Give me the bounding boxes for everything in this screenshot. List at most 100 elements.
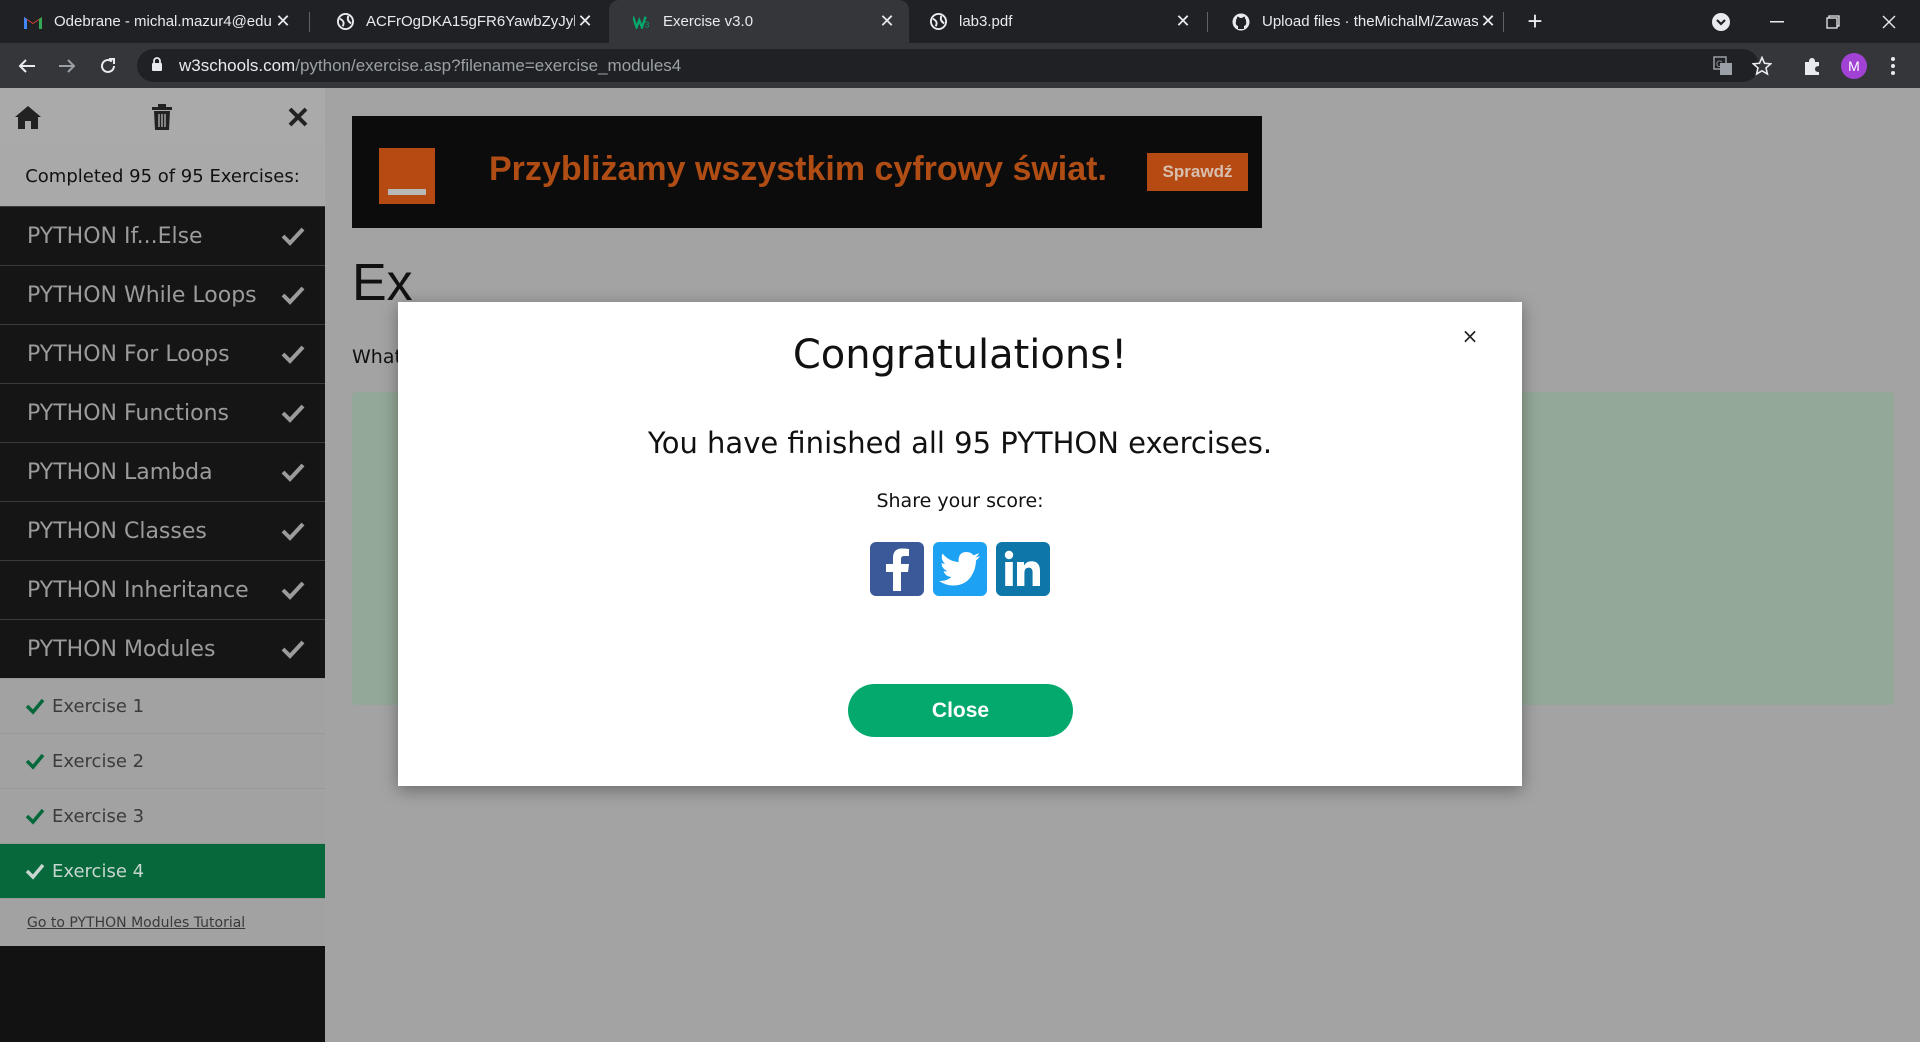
tab-github[interactable]: Upload files · theMichalM/Zawas ✕ — [1208, 0, 1510, 43]
checkmark-icon — [25, 808, 45, 825]
window-close-icon[interactable] — [1862, 0, 1916, 43]
category-label: PYTHON If...Else — [27, 223, 203, 249]
new-tab-button[interactable]: + — [1520, 6, 1550, 36]
exercise-label: Exercise 3 — [52, 805, 145, 827]
brand-logo — [379, 148, 435, 204]
category-python-if-else[interactable]: PYTHON If...Else — [0, 206, 325, 265]
category-label: PYTHON Classes — [27, 518, 207, 544]
browser-tabstrip: Odebrane - michal.mazur4@edu. ✕ ACFrOgDK… — [0, 0, 1920, 43]
globe-icon — [929, 13, 947, 31]
social-share-buttons — [870, 542, 1050, 596]
checkmark-icon — [281, 463, 305, 482]
category-python-for-loops[interactable]: PYTHON For Loops — [0, 324, 325, 383]
exercise-label: Exercise 4 — [52, 860, 145, 882]
tab-title: Odebrane - michal.mazur4@edu. — [54, 13, 273, 30]
checkmark-icon — [281, 227, 305, 246]
exercise-item-2[interactable]: Exercise 2 — [0, 733, 325, 788]
category-python-inheritance[interactable]: PYTHON Inheritance — [0, 560, 325, 619]
exercise-item-3[interactable]: Exercise 3 — [0, 788, 325, 843]
extensions-puzzle-icon[interactable] — [1797, 51, 1827, 81]
twitter-share-button[interactable] — [933, 542, 987, 596]
tab-document[interactable]: ACFrOgDKA15gFR6YawbZyJyl6N ✕ — [312, 0, 607, 43]
close-icon[interactable]: ✕ — [1478, 11, 1498, 32]
linkedin-icon — [1004, 550, 1040, 586]
w3schools-icon: 3 — [633, 13, 651, 31]
ad-banner[interactable]: Przybliżamy wszystkim cyfrowy świat. Spr… — [352, 116, 1262, 228]
lock-icon[interactable] — [151, 56, 163, 75]
exercise-label: Exercise 2 — [52, 750, 145, 772]
svg-text:3: 3 — [645, 20, 650, 29]
github-icon — [1232, 13, 1250, 31]
tab-exercise[interactable]: 3 Exercise v3.0 ✕ — [609, 0, 909, 43]
category-label: PYTHON Functions — [27, 400, 230, 426]
page-content: Completed 95 of 95 Exercises: PYTHON If.… — [0, 88, 1920, 1042]
category-python-classes[interactable]: PYTHON Classes — [0, 501, 325, 560]
category-label: PYTHON Lambda — [27, 459, 213, 485]
address-bar[interactable]: w3schools.com/python/exercise.asp?filena… — [137, 49, 1759, 82]
sidebar-toolbar — [0, 88, 325, 146]
url-path: /python/exercise.asp?filename=exercise_m… — [295, 55, 682, 75]
globe-icon — [336, 13, 354, 31]
tab-title: Upload files · theMichalM/Zawas — [1262, 13, 1478, 30]
tutorial-link[interactable]: Go to PYTHON Modules Tutorial — [0, 898, 325, 946]
facebook-share-button[interactable] — [870, 542, 924, 596]
url-text: w3schools.com/python/exercise.asp?filena… — [179, 56, 681, 76]
tab-title: Exercise v3.0 — [663, 13, 754, 30]
congratulations-modal: × Congratulations! You have finished all… — [398, 302, 1522, 786]
close-icon[interactable]: ✕ — [273, 11, 293, 32]
close-icon[interactable]: ✕ — [1173, 11, 1193, 32]
tab-divider — [1503, 12, 1504, 32]
checkmark-icon — [281, 286, 305, 305]
facebook-icon — [886, 548, 909, 591]
category-python-lambda[interactable]: PYTHON Lambda — [0, 442, 325, 501]
menu-kebab-icon[interactable] — [1878, 51, 1908, 81]
completed-count: Completed 95 of 95 Exercises: — [0, 146, 325, 206]
close-icon[interactable]: ✕ — [575, 11, 595, 32]
tab-gmail[interactable]: Odebrane - michal.mazur4@edu. ✕ — [0, 0, 305, 43]
category-label: PYTHON For Loops — [27, 341, 230, 367]
twitter-bird-icon — [939, 552, 980, 586]
category-label: PYTHON Modules — [27, 636, 216, 662]
close-icon[interactable]: ✕ — [877, 11, 897, 32]
checkmark-icon — [25, 863, 45, 880]
translate-icon[interactable]: G — [1708, 51, 1738, 81]
ad-button[interactable]: Sprawdź — [1147, 153, 1248, 191]
exercise-item-1[interactable]: Exercise 1 — [0, 678, 325, 733]
back-arrow-icon[interactable] — [12, 51, 42, 81]
checkmark-icon — [281, 581, 305, 600]
star-icon[interactable] — [1747, 51, 1777, 81]
ad-text: Przybliżamy wszystkim cyfrowy świat. — [489, 150, 1107, 188]
url-host: w3schools.com — [179, 55, 296, 75]
linkedin-share-button[interactable] — [996, 542, 1050, 596]
category-python-while-loops[interactable]: PYTHON While Loops — [0, 265, 325, 324]
minimize-icon[interactable] — [1750, 0, 1804, 43]
checkmark-icon — [25, 698, 45, 715]
exercise-sidebar: Completed 95 of 95 Exercises: PYTHON If.… — [0, 88, 325, 1042]
close-sidebar-icon[interactable] — [281, 100, 315, 134]
checkmark-icon — [25, 753, 45, 770]
svg-text:G: G — [1716, 59, 1723, 69]
forward-arrow-icon[interactable] — [52, 51, 82, 81]
category-python-functions[interactable]: PYTHON Functions — [0, 383, 325, 442]
close-button[interactable]: Close — [848, 684, 1073, 737]
modal-title: Congratulations! — [792, 332, 1128, 378]
checkmark-icon — [281, 522, 305, 541]
exercise-label: Exercise 1 — [52, 695, 145, 717]
share-label: Share your score: — [876, 490, 1044, 512]
tab-search-icon[interactable] — [1694, 0, 1748, 43]
exercise-item-4[interactable]: Exercise 4 — [0, 843, 325, 898]
tab-pdf[interactable]: lab3.pdf ✕ — [905, 0, 1205, 43]
gmail-icon — [24, 13, 42, 31]
checkmark-icon — [281, 640, 305, 659]
home-icon[interactable] — [11, 100, 45, 134]
tab-title: lab3.pdf — [959, 13, 1013, 30]
checkmark-icon — [281, 345, 305, 364]
restore-icon[interactable] — [1806, 0, 1860, 43]
category-python-modules[interactable]: PYTHON Modules — [0, 619, 325, 678]
trash-icon[interactable] — [145, 100, 179, 134]
modal-message: You have finished all 95 PYTHON exercise… — [647, 426, 1273, 460]
profile-avatar[interactable]: M — [1841, 53, 1867, 79]
browser-toolbar: w3schools.com/python/exercise.asp?filena… — [0, 43, 1920, 88]
reload-icon[interactable] — [93, 51, 123, 81]
category-label: PYTHON While Loops — [27, 282, 257, 308]
